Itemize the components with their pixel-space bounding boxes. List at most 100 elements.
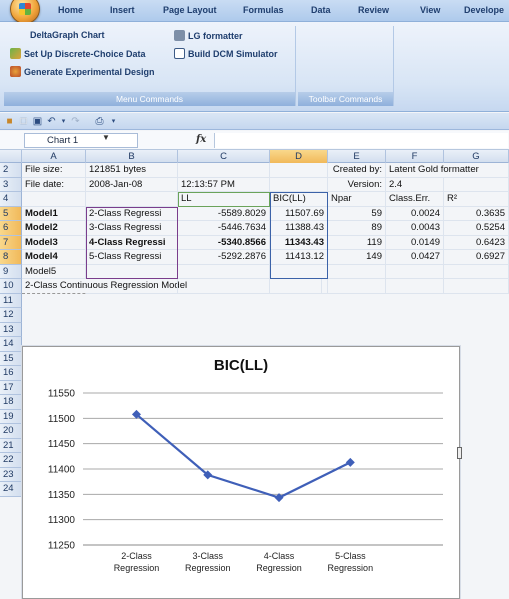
build-dcm-simulator-button[interactable]: Build DCM Simulator: [174, 48, 278, 59]
cell-g7[interactable]: 0.6423: [444, 235, 509, 250]
column-header-f[interactable]: F: [386, 150, 444, 163]
cell-c2[interactable]: [178, 163, 270, 178]
cell-b2[interactable]: 121851 bytes: [86, 163, 178, 178]
cell-f6[interactable]: 0.0043: [386, 221, 444, 236]
row-header[interactable]: 4: [0, 192, 22, 207]
formula-input[interactable]: [214, 133, 508, 148]
cell-b10[interactable]: [86, 279, 178, 294]
deltagraph-chart-button[interactable]: DeltaGraph Chart: [30, 30, 105, 40]
cell-d7[interactable]: 11343.43: [270, 235, 328, 250]
cell-b4[interactable]: [86, 192, 178, 207]
cell-d3[interactable]: [270, 177, 328, 192]
cell-b5[interactable]: 2-Class Regressi: [86, 206, 178, 221]
cell-a4[interactable]: [22, 192, 86, 207]
cell-a6[interactable]: Model2: [22, 221, 86, 236]
cell-g5[interactable]: 0.3635: [444, 206, 509, 221]
redo-icon[interactable]: ↷: [70, 116, 81, 127]
column-header-e[interactable]: E: [328, 150, 386, 163]
cell-a2[interactable]: File size:: [22, 163, 86, 178]
cell-b6[interactable]: 3-Class Regressi: [86, 221, 178, 236]
new-file-icon[interactable]: □: [18, 116, 29, 127]
row-header[interactable]: 22: [0, 453, 22, 468]
row-header[interactable]: 11: [0, 293, 22, 308]
customize-toolbar-icon[interactable]: ▾: [108, 116, 119, 127]
set-up-discrete-choice-button[interactable]: Set Up Discrete-Choice Data: [10, 48, 146, 59]
tab-home[interactable]: Home: [58, 5, 83, 15]
row-header[interactable]: 8: [0, 250, 22, 265]
cell-c8[interactable]: -5292.2876: [178, 250, 270, 265]
cell-f3[interactable]: 2.4: [386, 177, 444, 192]
cell-e4[interactable]: Npar: [328, 192, 386, 207]
cell-e9[interactable]: [328, 264, 386, 279]
row-header[interactable]: 20: [0, 424, 22, 439]
insert-function-icon[interactable]: fx: [196, 134, 206, 145]
tab-data[interactable]: Data: [311, 5, 331, 15]
cell-b3[interactable]: 2008-Jan-08: [86, 177, 178, 192]
cell-d5[interactable]: 11507.69: [270, 206, 328, 221]
row-header[interactable]: 13: [0, 322, 22, 337]
save-icon[interactable]: ▣: [32, 116, 43, 127]
row-header[interactable]: 18: [0, 395, 22, 410]
cell-c10[interactable]: [178, 279, 270, 294]
office-button-icon[interactable]: [10, 0, 40, 24]
cell-g6[interactable]: 0.5254: [444, 221, 509, 236]
tab-view[interactable]: View: [420, 5, 440, 15]
cell-d6[interactable]: 11388.43: [270, 221, 328, 236]
row-header[interactable]: 21: [0, 438, 22, 453]
select-all-corner[interactable]: [0, 150, 22, 163]
cell-g2[interactable]: [444, 163, 509, 178]
cell-d2[interactable]: [270, 163, 328, 178]
open-folder-icon[interactable]: ■: [4, 116, 15, 127]
row-header[interactable]: 7: [0, 235, 22, 250]
row-header[interactable]: 3: [0, 177, 22, 192]
cell-g10[interactable]: [444, 279, 509, 294]
column-header-c[interactable]: C: [178, 150, 270, 163]
cell-g4[interactable]: R²: [444, 192, 509, 207]
generate-experimental-design-button[interactable]: Generate Experimental Design: [10, 66, 155, 77]
cell-a7[interactable]: Model3: [22, 235, 86, 250]
cell-c3[interactable]: 12:13:57 PM: [178, 177, 270, 192]
cell-g8[interactable]: 0.6927: [444, 250, 509, 265]
row-header[interactable]: 16: [0, 366, 22, 381]
cell-e5[interactable]: 59: [328, 206, 386, 221]
row-header[interactable]: 12: [0, 308, 22, 323]
cell-b7[interactable]: 4-Class Regressi: [86, 235, 178, 250]
row-header[interactable]: 5: [0, 206, 22, 221]
cell-f9[interactable]: [386, 264, 444, 279]
row-header[interactable]: 23: [0, 467, 22, 482]
cell-e8[interactable]: 149: [328, 250, 386, 265]
lg-formatter-button[interactable]: LG formatter: [174, 30, 243, 41]
row-header[interactable]: 14: [0, 337, 22, 352]
tab-page-layout[interactable]: Page Layout: [163, 5, 217, 15]
column-header-b[interactable]: B: [86, 150, 178, 163]
cell-e10[interactable]: [328, 279, 386, 294]
cell-c5[interactable]: -5589.8029: [178, 206, 270, 221]
cell-e3[interactable]: Version:: [328, 177, 386, 192]
cell-e6[interactable]: 89: [328, 221, 386, 236]
tab-formulas[interactable]: Formulas: [243, 5, 284, 15]
row-header[interactable]: 24: [0, 482, 22, 497]
cell-e2[interactable]: Created by:: [328, 163, 386, 178]
row-header[interactable]: 9: [0, 264, 22, 279]
cell-g3[interactable]: [444, 177, 509, 192]
chart-resize-handle[interactable]: [457, 447, 462, 459]
cell-c7[interactable]: -5340.8566: [178, 235, 270, 250]
cell-b9[interactable]: [86, 264, 178, 279]
cell-b8[interactable]: 5-Class Regressi: [86, 250, 178, 265]
cell-a5[interactable]: Model1: [22, 206, 86, 221]
cell-c4[interactable]: LL: [178, 192, 270, 207]
cell-e7[interactable]: 119: [328, 235, 386, 250]
cell-g9[interactable]: [444, 264, 509, 279]
print-icon[interactable]: ⎙: [94, 116, 105, 127]
row-header[interactable]: 17: [0, 380, 22, 395]
row-header[interactable]: 19: [0, 409, 22, 424]
undo-dropdown-icon[interactable]: ▾: [58, 116, 69, 127]
cell-a3[interactable]: File date:: [22, 177, 86, 192]
cell-a9[interactable]: Model5: [22, 264, 86, 279]
cell-f4[interactable]: Class.Err.: [386, 192, 444, 207]
cell-f7[interactable]: 0.0149: [386, 235, 444, 250]
cell-d9[interactable]: [270, 264, 328, 279]
name-box[interactable]: Chart 1: [24, 133, 138, 148]
cell-c9[interactable]: [178, 264, 270, 279]
cell-a8[interactable]: Model4: [22, 250, 86, 265]
